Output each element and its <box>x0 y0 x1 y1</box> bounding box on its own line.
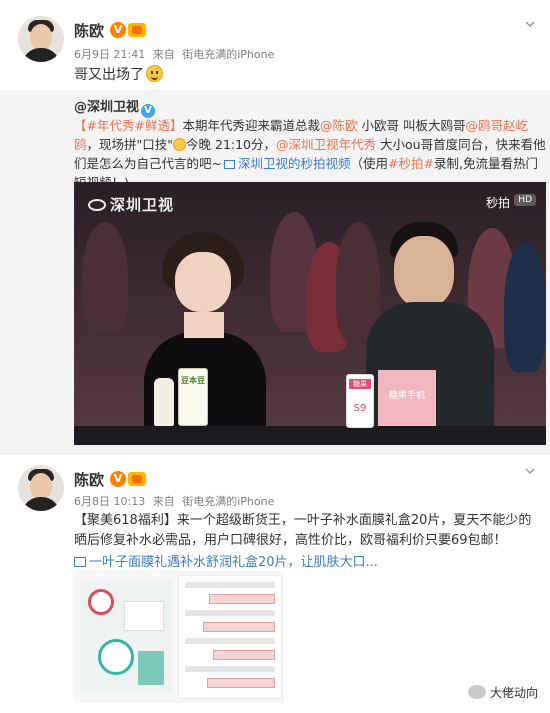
source-prefix: 来自 <box>152 48 175 61</box>
screenshot-line <box>185 610 275 616</box>
hashtag-link[interactable]: #秒拍# <box>388 156 434 171</box>
hashtag-link[interactable]: 【#年代秀#鲜透】 <box>74 118 182 133</box>
level-badge-icon <box>128 472 146 486</box>
channel-logo-text: 深圳卫视 <box>110 196 175 214</box>
banner-text: 糖果手机 <box>388 391 425 401</box>
screenshot-line <box>185 582 275 588</box>
product-photo-shape <box>88 589 114 615</box>
post-date[interactable]: 6月9日 21:41 <box>74 48 145 61</box>
product-photo-shape <box>138 651 164 685</box>
chevron-down-icon[interactable] <box>524 465 536 477</box>
product-photo-shape <box>124 601 164 631</box>
repost-card[interactable]: @深圳卫视 V 【#年代秀#鲜透】本期年代秀迎来霸道总裁@陈欧 小欧哥 叫板大鸥哥… <box>0 90 550 449</box>
verified-badge-icon: V <box>110 471 126 487</box>
product-comments-screenshot <box>178 575 282 699</box>
post-date[interactable]: 6月8日 10:13 <box>74 495 145 508</box>
smile-emoji-icon <box>146 65 163 82</box>
drink-carton: 豆本豆 <box>178 368 208 426</box>
picture-icon <box>74 557 86 567</box>
drink-bottle <box>154 378 174 426</box>
screenshot-line <box>213 650 275 660</box>
repost-user-name[interactable]: @深圳卫视 <box>74 100 139 115</box>
post-meta: 6月9日 21:41 来自 街电充满的iPhone <box>74 46 278 62</box>
post-source: 街电充满的iPhone <box>182 48 275 61</box>
phone-card-model: S9 <box>353 403 367 414</box>
verified-badge-icon: V <box>110 22 126 38</box>
chevron-down-icon[interactable] <box>524 18 536 30</box>
carton-label: 豆本豆 <box>181 376 205 385</box>
hd-badge: HD <box>514 194 536 206</box>
product-photo-shape <box>98 639 134 675</box>
post-meta: 6月8日 10:13 来自 街电充满的iPhone <box>74 493 278 509</box>
watermark: 大佬动向 <box>467 684 538 701</box>
host-man-face <box>394 236 454 308</box>
candy-phone-banner: 糖果手机 <box>378 370 436 426</box>
screenshot-line <box>185 638 275 644</box>
video-icon <box>223 160 235 169</box>
repost-text-segment: （使用 <box>350 156 389 171</box>
repost-text-segment: 小欧哥 叫板大鸥哥 <box>361 118 466 133</box>
product-link-label[interactable]: 一叶子面膜礼遇补水舒润礼盒20片，让肌肤大口... <box>89 555 378 570</box>
platform-logo: 秒拍 <box>485 196 510 210</box>
screenshot-line <box>203 622 275 632</box>
post-text: 【聚美618福利】来一个超级断货王，一叶子补水面膜礼盒20片，夏天不能少的晒后修… <box>74 513 532 548</box>
avatar[interactable] <box>18 16 64 62</box>
repost-text: 【#年代秀#鲜透】本期年代秀迎来霸道总裁@陈欧 小欧哥 叫板大鸥哥@鸥哥赵屹鸥，… <box>74 116 546 192</box>
weibo-post-2: 陈欧 V 6月8日 10:13 来自 街电充满的iPhone 【聚美618福利】… <box>0 455 550 713</box>
host-woman-neck <box>184 312 224 338</box>
repost-text-segment: 本期年代秀迎来霸道总裁 <box>182 118 320 133</box>
video-link-label[interactable]: 深圳卫视的秒拍视频 <box>238 156 351 171</box>
source-prefix: 来自 <box>152 495 175 508</box>
repost-text-segment: 今晚 21:10分， <box>186 137 277 152</box>
product-image[interactable] <box>74 571 284 703</box>
post-source: 街电充满的iPhone <box>182 495 275 508</box>
screenshot-line <box>207 678 275 688</box>
wechat-icon <box>467 685 486 699</box>
avatar[interactable] <box>18 465 64 511</box>
screenshot-line <box>209 594 275 604</box>
post-text-content: 哥又出场了 <box>74 67 144 83</box>
phone-display-card: 糖果 S9 <box>346 374 374 428</box>
video-link[interactable]: 深圳卫视的秒拍视频 <box>222 156 351 171</box>
video-player[interactable]: 深圳卫视 秒拍 HD 豆本豆 糖果 S9 糖果手机 <box>74 182 546 445</box>
repost-text-segment: ，现场拼"口技" <box>86 137 174 152</box>
user-name[interactable]: 陈欧 <box>74 469 104 490</box>
product-link[interactable]: 一叶子面膜礼遇补水舒润礼盒20片，让肌肤大口... <box>74 551 378 570</box>
level-badge-icon <box>128 23 146 37</box>
stage-desk <box>74 426 546 445</box>
post-text: 哥又出场了 <box>74 64 163 86</box>
host-woman-face <box>175 252 231 312</box>
watermark-text: 大佬动向 <box>489 686 538 700</box>
laugh-emoji-icon <box>173 138 187 151</box>
product-photo-left <box>80 581 172 693</box>
channel-logo: 深圳卫视 <box>88 194 174 215</box>
repost-user[interactable]: @深圳卫视 V <box>74 96 156 118</box>
mention-link[interactable]: @深圳卫视年代秀 <box>276 137 376 152</box>
phone-card-title: 糖果 <box>349 379 371 389</box>
weibo-post-1: 陈欧 V 6月9日 21:41 来自 街电充满的iPhone 哥又出场了 @深圳… <box>0 0 550 449</box>
screenshot-line <box>185 666 275 672</box>
user-name[interactable]: 陈欧 <box>74 20 104 41</box>
mention-link[interactable]: @陈欧 <box>320 118 358 133</box>
